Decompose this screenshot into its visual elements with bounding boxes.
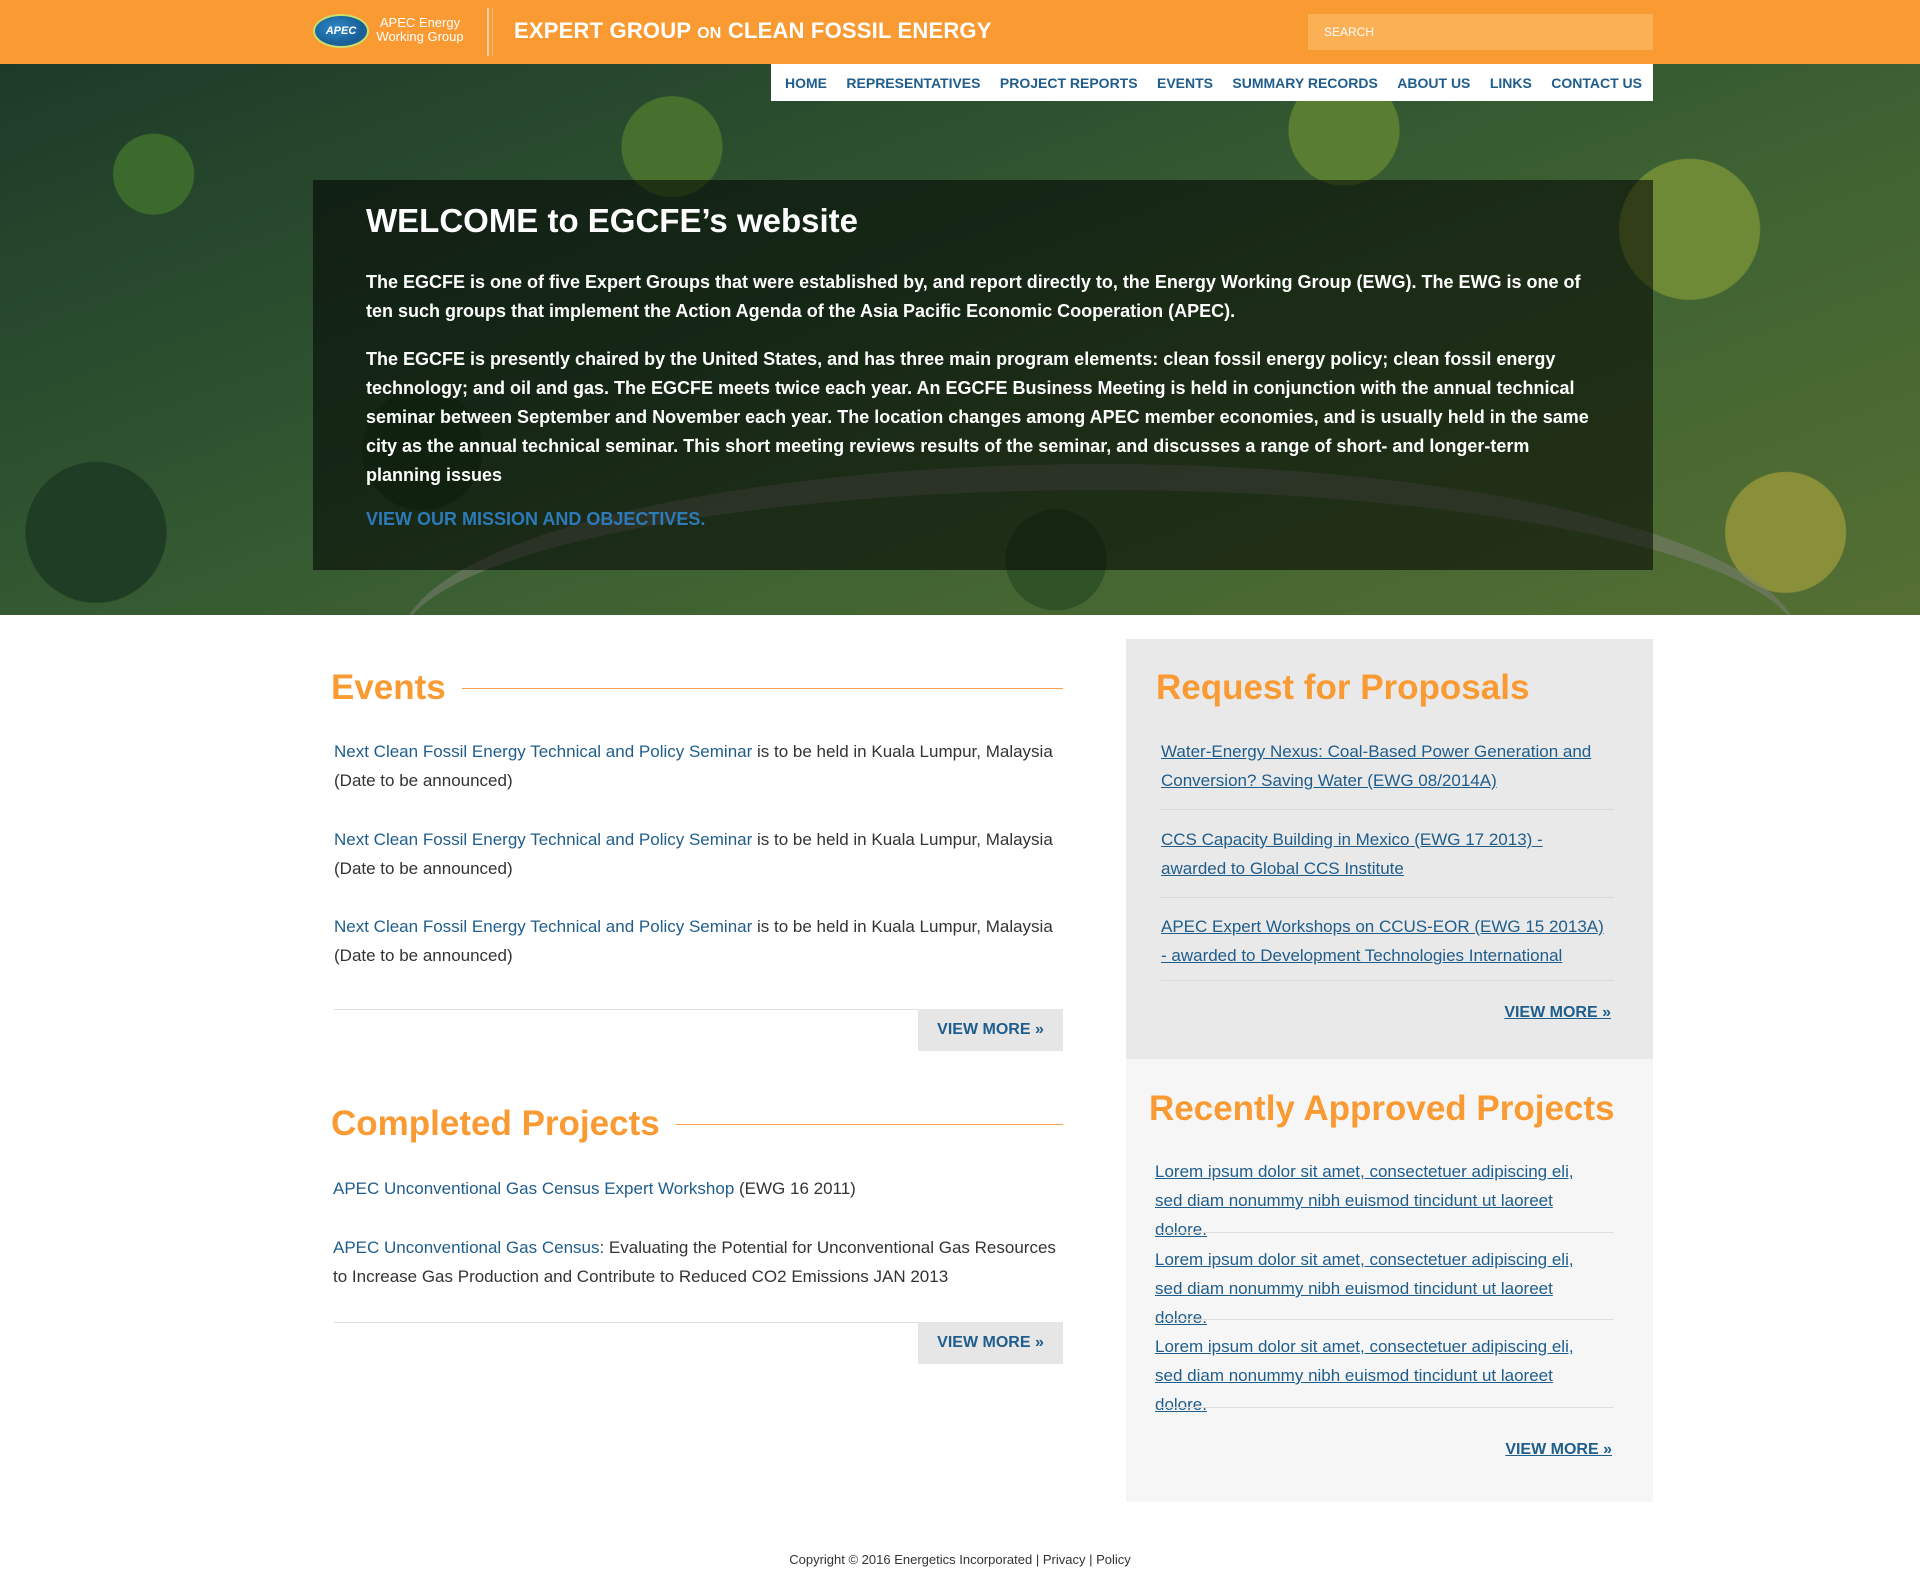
- footer-separator: |: [1085, 1552, 1097, 1567]
- approved-projects-panel: Recently Approved Projects Lorem ipsum d…: [1126, 1059, 1653, 1502]
- rfp-item-link[interactable]: Water-Energy Nexus: Coal-Based Power Gen…: [1161, 737, 1611, 795]
- nav-representatives[interactable]: REPRESENTATIVES: [846, 75, 980, 91]
- site-title-part1: EXPERT GROUP: [514, 18, 691, 43]
- rfp-item-link[interactable]: APEC Expert Workshops on CCUS-EOR (EWG 1…: [1161, 912, 1611, 970]
- footer-separator: |: [1032, 1552, 1043, 1567]
- events-view-more-button[interactable]: VIEW MORE »: [918, 1009, 1063, 1051]
- top-header-bar: APEC APEC Energy Working Group EXPERT GR…: [0, 0, 1920, 64]
- events-heading-rule: [461, 687, 1063, 689]
- completed-item: APEC Unconventional Gas Census: Evaluati…: [333, 1233, 1063, 1291]
- events-heading: Events: [331, 668, 446, 707]
- header-divider: [487, 8, 489, 56]
- nav-links[interactable]: LINKS: [1490, 75, 1532, 91]
- completed-item: APEC Unconventional Gas Census Expert Wo…: [333, 1174, 1063, 1203]
- approved-item-link[interactable]: Lorem ipsum dolor sit amet, consectetuer…: [1155, 1157, 1605, 1244]
- rfp-view-more-link[interactable]: VIEW MORE »: [1504, 1004, 1611, 1022]
- approved-heading: Recently Approved Projects: [1149, 1089, 1615, 1128]
- site-title-part2: CLEAN FOSSIL ENERGY: [727, 18, 992, 43]
- approved-view-more-link[interactable]: VIEW MORE »: [1505, 1441, 1612, 1459]
- rfp-panel: Request for Proposals Water-Energy Nexus…: [1126, 639, 1653, 1059]
- search-input[interactable]: [1308, 14, 1653, 50]
- events-section-header: Events: [331, 668, 1063, 708]
- event-item-link[interactable]: Next Clean Fossil Energy Technical and P…: [334, 917, 752, 936]
- approved-divider: [1161, 1232, 1614, 1233]
- completed-view-more-button[interactable]: VIEW MORE »: [918, 1322, 1063, 1364]
- footer: Copyright © 2016 Energetics Incorporated…: [0, 1552, 1920, 1567]
- mission-link[interactable]: VIEW OUR MISSION AND OBJECTIVES.: [366, 509, 1599, 530]
- footer-privacy-link[interactable]: Privacy: [1043, 1552, 1086, 1567]
- nav-about-us[interactable]: ABOUT US: [1397, 75, 1470, 91]
- header-divider-secondary: [492, 8, 493, 56]
- approved-divider: [1161, 1319, 1614, 1320]
- welcome-heading: WELCOME to EGCFE’s website: [366, 202, 858, 239]
- rfp-heading: Request for Proposals: [1156, 668, 1530, 707]
- completed-heading: Completed Projects: [331, 1104, 660, 1143]
- event-item: Next Clean Fossil Energy Technical and P…: [334, 737, 1064, 795]
- nav-contact-us[interactable]: CONTACT US: [1551, 75, 1642, 91]
- completed-section-header: Completed Projects: [331, 1104, 1063, 1144]
- nav-home[interactable]: HOME: [785, 75, 827, 91]
- site-title-on: ON: [697, 25, 722, 42]
- nav-summary-records[interactable]: SUMMARY RECORDS: [1232, 75, 1377, 91]
- completed-item-link[interactable]: APEC Unconventional Gas Census: [333, 1238, 599, 1257]
- rfp-divider: [1161, 897, 1614, 898]
- nav-events[interactable]: EVENTS: [1157, 75, 1213, 91]
- completed-heading-rule: [675, 1123, 1063, 1125]
- apec-logo-badge: APEC: [325, 25, 357, 37]
- event-item: Next Clean Fossil Energy Technical and P…: [334, 825, 1064, 883]
- footer-policy-link[interactable]: Policy: [1096, 1552, 1131, 1567]
- completed-item-link[interactable]: APEC Unconventional Gas Census Expert Wo…: [333, 1179, 734, 1198]
- welcome-panel: WELCOME to EGCFE’s website The EGCFE is …: [313, 180, 1653, 570]
- nav-project-reports[interactable]: PROJECT REPORTS: [1000, 75, 1138, 91]
- apec-logo[interactable]: APEC: [313, 14, 369, 48]
- apec-logo-text[interactable]: APEC Energy Working Group: [372, 16, 468, 44]
- event-item: Next Clean Fossil Energy Technical and P…: [334, 912, 1064, 970]
- welcome-paragraph-2: The EGCFE is presently chaired by the Un…: [366, 349, 1589, 485]
- main-nav: HOME REPRESENTATIVES PROJECT REPORTS EVE…: [771, 64, 1653, 101]
- welcome-paragraph-1: The EGCFE is one of five Expert Groups t…: [366, 272, 1581, 321]
- rfp-divider: [1161, 980, 1614, 981]
- site-title[interactable]: EXPERT GROUP ON CLEAN FOSSIL ENERGY: [514, 18, 992, 44]
- rfp-item-link[interactable]: CCS Capacity Building in Mexico (EWG 17 …: [1161, 825, 1611, 883]
- event-item-link[interactable]: Next Clean Fossil Energy Technical and P…: [334, 830, 752, 849]
- completed-item-text: (EWG 16 2011): [734, 1179, 856, 1198]
- approved-item-link[interactable]: Lorem ipsum dolor sit amet, consectetuer…: [1155, 1332, 1605, 1419]
- footer-copyright: Copyright © 2016 Energetics Incorporated: [789, 1552, 1033, 1567]
- hero-banner: HOME REPRESENTATIVES PROJECT REPORTS EVE…: [0, 64, 1920, 615]
- rfp-divider: [1161, 809, 1614, 810]
- approved-divider: [1161, 1407, 1614, 1408]
- event-item-link[interactable]: Next Clean Fossil Energy Technical and P…: [334, 742, 752, 761]
